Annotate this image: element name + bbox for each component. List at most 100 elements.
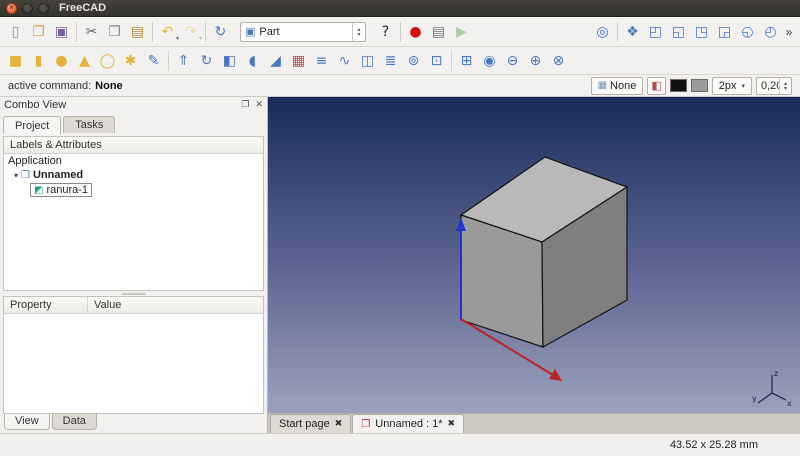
boolean-cut-icon[interactable]: ⊖ (501, 50, 524, 72)
active-command-label: active command: (8, 80, 91, 92)
close-panel-icon[interactable]: ✕ (255, 100, 263, 110)
part-tools-strip: ■▮●▲◯✱✎ ⇑↻◧◖◢▦≡∿◫≣⊚⊡ ⊞◉⊖⊕⊗ (4, 50, 570, 72)
front-view-icon[interactable]: ◰ (644, 21, 667, 43)
copy-icon[interactable]: ❐ (103, 21, 126, 43)
line-width-value: 2px (719, 80, 737, 92)
toolbar-overflow-icon[interactable]: » (782, 21, 796, 43)
loft-icon[interactable]: ≡ (310, 50, 333, 72)
autogroup-button[interactable]: ▦ None (591, 77, 644, 95)
chamfer-icon[interactable]: ◢ (264, 50, 287, 72)
face-color-swatch[interactable] (691, 79, 708, 92)
right-view-icon[interactable]: ◳ (690, 21, 713, 43)
close-tab-icon[interactable]: ✖ (448, 419, 456, 429)
section-icon[interactable]: ◫ (356, 50, 379, 72)
tab-view[interactable]: View (4, 414, 50, 430)
redo-icon[interactable]: ↷▾ (179, 21, 202, 43)
line-width-select[interactable]: 2px ▾ (712, 77, 752, 95)
scale-value: 0,20 (757, 80, 779, 92)
fillet-icon[interactable]: ◖ (241, 50, 264, 72)
save-document-icon[interactable]: ▣ (50, 21, 73, 43)
line-color-swatch[interactable] (670, 79, 687, 92)
toolbar-separator (168, 51, 169, 71)
mirror-icon[interactable]: ◧ (218, 50, 241, 72)
intersection-icon[interactable]: ⊗ (547, 50, 570, 72)
caret-down-icon: ▾ (357, 32, 360, 37)
tab-data[interactable]: Data (52, 414, 97, 430)
fit-all-icon[interactable]: ◎ (591, 21, 614, 43)
tab-start-page[interactable]: Start page ✖ (270, 414, 351, 433)
open-document-icon[interactable]: ❐ (27, 21, 50, 43)
new-document-icon[interactable]: ▯ (4, 21, 27, 43)
window-minimize-button[interactable] (22, 3, 33, 14)
window-close-button[interactable]: × (6, 3, 17, 14)
paste-icon[interactable]: ▤ (126, 21, 149, 43)
undo-icon[interactable]: ↶▾ (156, 21, 179, 43)
extrude-icon[interactable]: ⇑ (172, 50, 195, 72)
rear-view-icon[interactable]: ◲ (713, 21, 736, 43)
caret-down-icon: ▾ (784, 86, 787, 91)
tree-item-application[interactable]: Application (4, 154, 263, 168)
boolean-icon[interactable]: ◉ (478, 50, 501, 72)
bottom-view-icon[interactable]: ◵ (736, 21, 759, 43)
execute-macro-icon[interactable]: ▶ (450, 21, 473, 43)
float-panel-icon[interactable]: ❐ (241, 100, 249, 110)
window-title: FreeCAD (59, 2, 106, 14)
3d-viewport[interactable]: z y x (268, 97, 800, 413)
workbench-selector[interactable]: ▣ Part ▴▾ (240, 22, 366, 42)
value-column-header[interactable]: Value (88, 297, 127, 313)
axis-indicator: z y x (750, 365, 794, 409)
tab-tasks[interactable]: Tasks (63, 116, 115, 133)
sphere-icon[interactable]: ● (50, 50, 73, 72)
view-strip: ◎ ❖◰◱◳◲◵◴ (591, 21, 782, 43)
workbench-spinner[interactable]: ▴▾ (352, 23, 365, 41)
cut-icon[interactable]: ✂ (80, 21, 103, 43)
refresh-icon[interactable]: ↻ (209, 21, 232, 43)
command-bar: active command: None ▦ None ◧ 2px ▾ 0,20… (0, 75, 800, 97)
x-axis-arrow-icon (549, 369, 562, 381)
cone-icon[interactable]: ▲ (73, 50, 96, 72)
macros-dialog-icon[interactable]: ▤ (427, 21, 450, 43)
whats-this-icon[interactable]: ? (374, 21, 397, 43)
axonometric-view-icon[interactable]: ❖ (621, 21, 644, 43)
record-macro-icon[interactable]: ● (404, 21, 427, 43)
thickness-icon[interactable]: ⊡ (425, 50, 448, 72)
revolve-icon[interactable]: ↻ (195, 50, 218, 72)
title-bar: × FreeCAD (0, 0, 800, 17)
property-column-header[interactable]: Property (4, 297, 88, 313)
torus-icon[interactable]: ◯ (96, 50, 119, 72)
sweep-icon[interactable]: ∿ (333, 50, 356, 72)
tab-unnamed-document[interactable]: ❒ Unnamed : 1* ✖ (352, 414, 464, 433)
tree-item-ranura[interactable]: ◩ ranura-1 (4, 182, 263, 198)
window-maximize-button[interactable] (38, 3, 49, 14)
shape-builder-icon[interactable]: ✎ (142, 50, 165, 72)
compound-icon[interactable]: ⊞ (455, 50, 478, 72)
workbench-selected-label: Part (259, 26, 352, 38)
ruled-surface-icon[interactable]: ▦ (287, 50, 310, 72)
close-tab-icon[interactable]: ✖ (335, 419, 343, 429)
left-view-icon[interactable]: ◴ (759, 21, 782, 43)
offset-icon[interactable]: ⊚ (402, 50, 425, 72)
union-icon[interactable]: ⊕ (524, 50, 547, 72)
dimension-readout: 43.52 x 25.28 mm (670, 439, 758, 451)
cylinder-icon[interactable]: ▮ (27, 50, 50, 72)
workbench-icon: ▣ (245, 25, 255, 38)
toolbar-separator (617, 22, 618, 42)
construction-mode-button[interactable]: ◧ (647, 77, 665, 95)
tab-project[interactable]: Project (3, 116, 61, 134)
cross-sections-icon[interactable]: ≣ (379, 50, 402, 72)
construction-mode-icon: ◧ (651, 79, 661, 92)
labels-attributes-header: Labels & Attributes (4, 137, 263, 154)
create-primitives-icon[interactable]: ✱ (119, 50, 142, 72)
top-view-icon[interactable]: ◱ (667, 21, 690, 43)
main-area: Combo View ❐ ✕ Project Tasks Labels & At… (0, 97, 800, 433)
property-list (4, 314, 263, 413)
box-icon[interactable]: ■ (4, 50, 27, 72)
expander-icon[interactable]: ▾ (14, 171, 18, 180)
scale-spinbox[interactable]: 0,20 ▴▾ (756, 77, 792, 95)
selected-item-box: ◩ ranura-1 (30, 183, 92, 197)
draft-controls: ▦ None ◧ 2px ▾ 0,20 ▴▾ (591, 77, 792, 95)
property-header-row: Property Value (4, 297, 263, 314)
property-mode-tabs: View Data (0, 414, 267, 433)
tree-item-unnamed[interactable]: ▾ ❒ Unnamed (4, 168, 263, 182)
spinbox-arrows[interactable]: ▴▾ (779, 78, 791, 94)
